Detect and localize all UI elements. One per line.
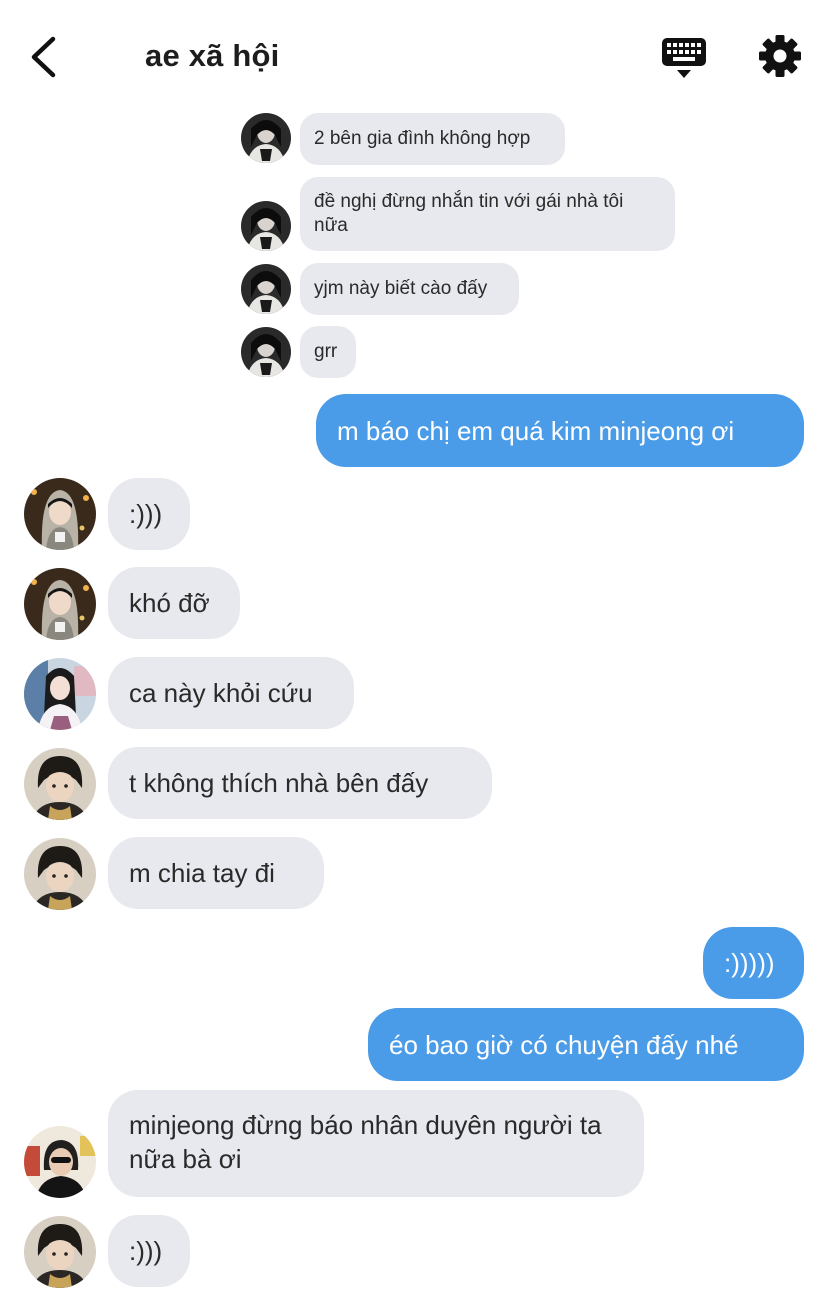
- avatar[interactable]: [241, 113, 291, 163]
- message-bubble-outgoing: :))))): [703, 927, 804, 999]
- avatar[interactable]: [241, 201, 291, 251]
- avatar[interactable]: [24, 568, 96, 640]
- avatar[interactable]: [241, 264, 291, 314]
- message-bubble: m chia tay đi: [108, 837, 324, 909]
- avatar[interactable]: [24, 838, 96, 910]
- message-bubble: :))): [108, 1215, 190, 1287]
- gear-icon: [759, 35, 801, 77]
- message-bubble: khó đỡ: [108, 567, 240, 639]
- avatar[interactable]: [24, 658, 96, 730]
- avatar[interactable]: [241, 327, 291, 377]
- back-button[interactable]: [26, 34, 66, 80]
- avatar[interactable]: [24, 1126, 96, 1198]
- keyboard-button[interactable]: [660, 36, 708, 80]
- message-bubble: t không thích nhà bên đấy: [108, 747, 492, 819]
- settings-button[interactable]: [758, 34, 802, 78]
- message-bubble: yjm này biết cào đấy: [300, 263, 519, 315]
- avatar[interactable]: [24, 1216, 96, 1288]
- message-bubble-outgoing: éo bao giờ có chuyện đấy nhé: [368, 1008, 804, 1081]
- keyboard-icon: [662, 38, 706, 78]
- message-bubble: minjeong đừng báo nhân duyên người ta nữ…: [108, 1090, 644, 1197]
- chevron-left-icon: [31, 36, 56, 78]
- message-bubble: grr: [300, 326, 356, 378]
- chat-header: ae xã hội: [0, 0, 828, 110]
- avatar[interactable]: [24, 478, 96, 550]
- message-bubble: đề nghị đừng nhắn tin với gái nhà tôi nữ…: [300, 177, 675, 251]
- message-bubble-outgoing: m báo chị em quá kim minjeong ơi: [316, 394, 804, 467]
- message-bubble: 2 bên gia đình không hợp: [300, 113, 565, 165]
- message-bubble: :))): [108, 478, 190, 550]
- avatar[interactable]: [24, 748, 96, 820]
- chat-title: ae xã hội: [145, 38, 280, 73]
- message-bubble: ca này khỏi cứu: [108, 657, 354, 729]
